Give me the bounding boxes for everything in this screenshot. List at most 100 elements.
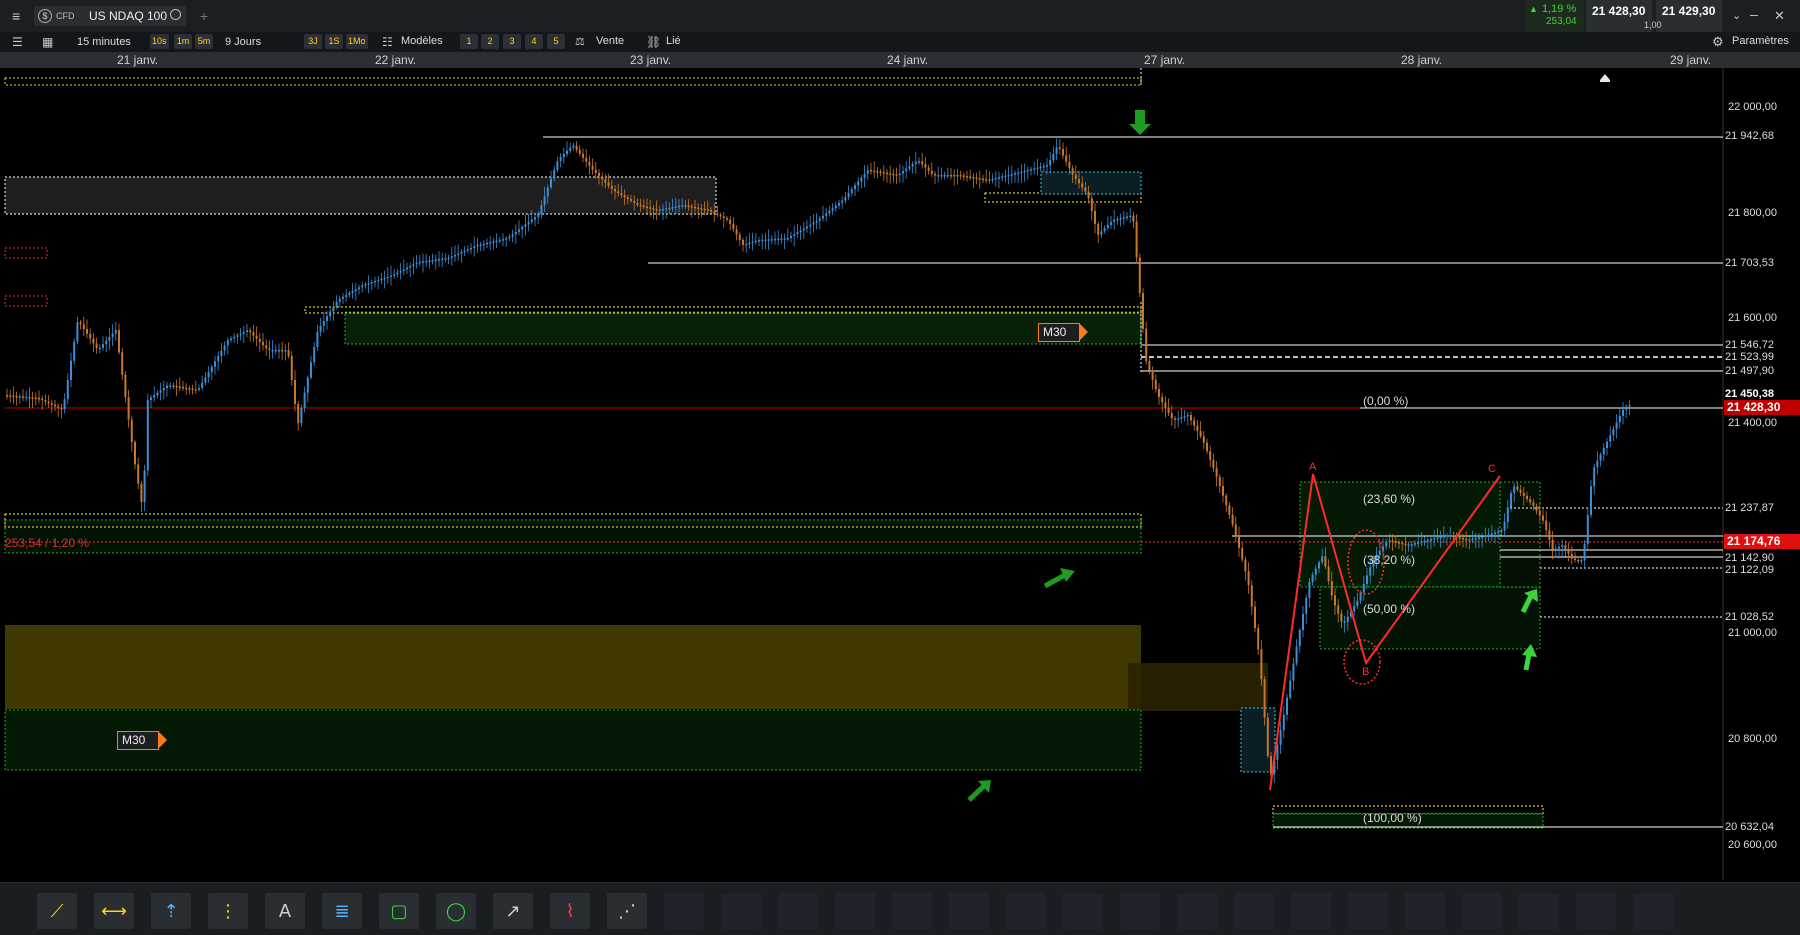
red-marker-box — [4, 295, 48, 307]
fibonacci-icon: ≣ — [334, 901, 350, 922]
empty-tool-slot[interactable] — [664, 893, 704, 929]
candle-body — [527, 222, 530, 225]
empty-tool-slot[interactable] — [1177, 893, 1217, 929]
settings-button[interactable]: Paramètres — [1732, 33, 1789, 49]
candle-body — [1318, 562, 1320, 569]
wave-label: C — [1488, 463, 1496, 475]
empty-tool-slot[interactable] — [1063, 893, 1103, 929]
instrument-selector[interactable]: $ CFD US NDAQ 100 — [34, 6, 186, 26]
chevron-down-icon[interactable]: ⌄ — [1732, 8, 1741, 24]
tag-arrow-icon — [1080, 324, 1088, 340]
candle-body — [351, 291, 354, 294]
arrow-tool[interactable]: ↗ — [493, 893, 533, 929]
timeframe-selector[interactable]: 15 minutes — [77, 34, 131, 50]
template-slot-4[interactable]: 4 — [525, 34, 543, 49]
candle-body — [550, 178, 552, 188]
candle-body — [390, 275, 392, 278]
range-3j[interactable]: 3J — [304, 34, 322, 49]
fibonacci-tool[interactable]: ≣ — [322, 893, 362, 929]
interval-5m[interactable]: 5m — [195, 34, 213, 49]
template-slot-5[interactable]: 5 — [547, 34, 565, 49]
level-label: 21 497,90 — [1725, 363, 1774, 379]
candle-body — [882, 172, 885, 174]
candle-body — [495, 240, 498, 243]
candle-body — [1583, 543, 1586, 560]
empty-tool-slot[interactable] — [1234, 893, 1274, 929]
range-selector[interactable]: 9 Jours — [225, 34, 261, 50]
path-tool[interactable]: ⌇ — [550, 893, 590, 929]
empty-tool-slot[interactable] — [778, 893, 818, 929]
menu-icon[interactable]: ≡ — [12, 8, 20, 24]
range-1s[interactable]: 1S — [325, 34, 343, 49]
interval-1m[interactable]: 1m — [174, 34, 192, 49]
candle-body — [226, 340, 229, 346]
vertical-line-tool[interactable]: ⋮ — [208, 893, 248, 929]
empty-tool-slot[interactable] — [1462, 893, 1502, 929]
add-tab-icon[interactable]: + — [200, 8, 208, 24]
empty-tool-slot[interactable] — [721, 893, 761, 929]
level-label: 21 122,09 — [1725, 562, 1774, 578]
empty-tool-slot[interactable] — [1291, 893, 1331, 929]
candle-body — [1449, 535, 1452, 537]
candle-body — [953, 175, 956, 177]
candle-body — [1346, 616, 1349, 622]
candle-body — [834, 205, 837, 209]
empty-tool-slot[interactable] — [835, 893, 875, 929]
empty-tool-slot[interactable] — [892, 893, 932, 929]
candle-body — [1510, 493, 1512, 508]
candle-body — [1001, 176, 1004, 178]
template-slot-2[interactable]: 2 — [481, 34, 499, 49]
candle-body — [438, 259, 440, 261]
candle-body — [15, 395, 18, 398]
rectangle-tool[interactable]: ▢ — [379, 893, 419, 929]
template-slot-1[interactable]: 1 — [460, 34, 478, 49]
ellipse-tool[interactable]: ◯ — [436, 893, 476, 929]
candle-body — [1042, 166, 1045, 168]
price-axis — [1723, 68, 1800, 880]
timeframe-tag-label: M30 — [122, 733, 146, 747]
candle-body — [620, 193, 623, 196]
candle-body — [1551, 539, 1554, 550]
close-icon[interactable]: ✕ — [1774, 8, 1785, 24]
empty-tool-slot[interactable] — [1576, 893, 1616, 929]
candle-body — [271, 350, 274, 352]
ask-price[interactable]: 21 429,30 — [1656, 0, 1722, 32]
empty-tool-slot[interactable] — [949, 893, 989, 929]
sell-button[interactable]: Vente — [596, 33, 624, 49]
level-label: 21 237,87 — [1725, 500, 1774, 516]
candle-body — [374, 280, 376, 283]
price-range-tool[interactable]: ⇡ — [151, 893, 191, 929]
candle-body — [818, 218, 821, 221]
candle-body — [790, 236, 792, 238]
empty-tool-slot[interactable] — [1006, 893, 1046, 929]
horizontal-line-tool[interactable]: ⟷ — [94, 893, 134, 929]
text-tool[interactable]: A — [265, 893, 305, 929]
interval-10s[interactable]: 10s — [150, 34, 169, 49]
empty-tool-slot[interactable] — [1120, 893, 1160, 929]
minimize-icon[interactable]: – — [1750, 6, 1758, 22]
candle-body — [1186, 415, 1189, 417]
trend-line-tool[interactable]: ⟋ — [37, 893, 77, 929]
empty-tool-slot[interactable] — [1633, 893, 1673, 929]
candle-body — [1305, 598, 1308, 614]
bid-price[interactable]: 21 428,30 — [1586, 0, 1652, 32]
layout-grid-icon[interactable]: ▦ — [42, 34, 53, 50]
candle-body — [556, 161, 559, 170]
search-icon[interactable] — [170, 9, 181, 20]
template-slot-3[interactable]: 3 — [503, 34, 521, 49]
empty-tool-slot[interactable] — [1405, 893, 1445, 929]
candle-body — [281, 350, 284, 352]
range-1mo[interactable]: 1Mo — [346, 34, 368, 49]
empty-tool-slot[interactable] — [1519, 893, 1559, 929]
multi-point-tool[interactable]: ⋰ — [607, 893, 647, 929]
candle-body — [873, 170, 876, 173]
fib-label: (0,00 %) — [1363, 394, 1409, 408]
candle-body — [201, 382, 204, 388]
scroll-marker-icon[interactable] — [1600, 74, 1610, 82]
empty-tool-slot[interactable] — [1348, 893, 1388, 929]
list-icon[interactable]: ☰ — [12, 34, 23, 50]
templates-button[interactable]: Modèles — [401, 33, 443, 49]
price-chart[interactable] — [0, 68, 1800, 880]
candle-body — [751, 241, 754, 244]
linked-button[interactable]: Lié — [666, 33, 681, 49]
